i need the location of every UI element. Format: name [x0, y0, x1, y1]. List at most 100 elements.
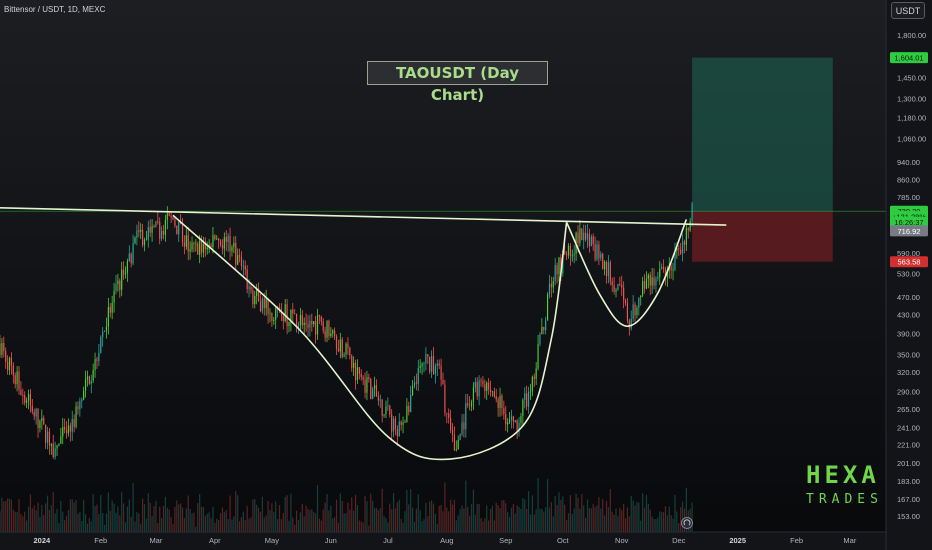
candle-body: [358, 367, 360, 374]
candle-body: [191, 242, 193, 250]
candle-body: [71, 419, 73, 432]
candle-body: [548, 283, 551, 295]
volume-bar: [1, 497, 3, 532]
candle-body: [402, 422, 404, 425]
volume-bar: [35, 510, 37, 532]
volume-bar: [335, 499, 338, 532]
candle-body: [425, 354, 427, 364]
volume-bar: [379, 507, 381, 532]
candle-body: [45, 424, 47, 443]
volume-bar: [586, 499, 589, 532]
volume-bar: [381, 488, 383, 532]
candle-body: [159, 221, 161, 239]
volume-bar: [107, 492, 109, 532]
volume-bar: [457, 515, 459, 532]
candle-body: [263, 298, 265, 309]
volume-bar: [79, 512, 81, 532]
volume-bar: [337, 522, 340, 532]
candle-body: [552, 281, 554, 288]
volume-bar: [444, 482, 446, 532]
candle-body: [170, 215, 172, 218]
candle-body: [681, 241, 684, 254]
candle-body: [419, 365, 421, 369]
candle-body: [8, 357, 11, 371]
candle-body: [145, 239, 147, 241]
volume-bar: [442, 511, 444, 532]
y-tick-label: 1,800.00: [897, 31, 926, 40]
candle-body: [185, 235, 187, 247]
price-label: 716.92: [890, 225, 928, 237]
volume-bar: [662, 512, 665, 532]
candle-body: [294, 313, 296, 315]
candle-body: [132, 243, 134, 264]
volume-bar: [5, 500, 7, 532]
volume-bar: [392, 493, 395, 532]
candle-body: [136, 230, 138, 238]
candle-body: [218, 238, 220, 241]
volume-bar: [155, 501, 157, 532]
volume-bar: [548, 507, 551, 532]
volume-bar: [604, 515, 606, 532]
volume-bar: [602, 499, 604, 532]
candle-body: [341, 339, 343, 357]
volume-bar: [459, 509, 461, 532]
candle-body: [343, 354, 345, 357]
candle-body: [524, 393, 526, 400]
candle-body: [271, 313, 273, 321]
candle-body: [219, 240, 222, 245]
volume-bar: [592, 504, 594, 532]
volume-bar: [623, 503, 625, 532]
volume-bar: [438, 506, 440, 532]
candle-body: [259, 301, 262, 312]
volume-bar: [640, 520, 642, 532]
volume-bar: [157, 523, 159, 532]
candle-body: [360, 373, 362, 377]
volume-bar: [265, 515, 267, 532]
volume-bar: [227, 519, 229, 532]
candle-body: [638, 297, 640, 308]
volume-bar: [628, 516, 630, 532]
candle-body: [440, 365, 442, 380]
candle-body: [301, 315, 303, 326]
candle-body: [1, 343, 3, 355]
candle-body: [672, 269, 674, 271]
volume-bar: [430, 500, 433, 532]
candle-body: [35, 408, 37, 417]
volume-bar: [535, 509, 537, 532]
candle-body: [84, 379, 87, 391]
candle-body: [168, 213, 170, 216]
candle-body: [138, 230, 140, 232]
candle-body: [649, 274, 651, 286]
volume-bar: [210, 518, 212, 532]
volume-bar: [126, 506, 128, 532]
candle-body: [480, 380, 482, 382]
volume-bar: [166, 507, 168, 532]
candle-body: [583, 232, 585, 241]
candle-body: [510, 416, 513, 420]
volume-bar: [143, 504, 146, 532]
symbol-title: Bittensor / USDT, 1D, MEXC: [4, 5, 106, 14]
candle-body: [662, 266, 665, 270]
candle-body: [617, 284, 619, 290]
candle-body: [571, 255, 573, 257]
volume-bar: [14, 511, 16, 532]
y-tick-label: 350.00: [897, 351, 920, 360]
volume-bar: [294, 524, 296, 532]
volume-bar: [56, 508, 58, 532]
y-tick-label: 153.00: [897, 512, 920, 521]
candle-body: [330, 333, 332, 337]
volume-bar: [176, 500, 178, 532]
candle-body: [56, 445, 58, 449]
candle-body: [238, 255, 241, 257]
candle-body: [619, 284, 621, 285]
volume-bar: [411, 507, 414, 532]
candle-body: [335, 336, 338, 349]
currency-button[interactable]: USDT: [891, 2, 925, 19]
volume-bar: [375, 507, 378, 532]
candle-body: [413, 382, 416, 386]
candle-body: [427, 354, 429, 357]
candle-body: [394, 418, 397, 430]
volume-bar: [88, 517, 90, 532]
volume-bar: [406, 489, 408, 532]
candle-body: [362, 376, 364, 380]
